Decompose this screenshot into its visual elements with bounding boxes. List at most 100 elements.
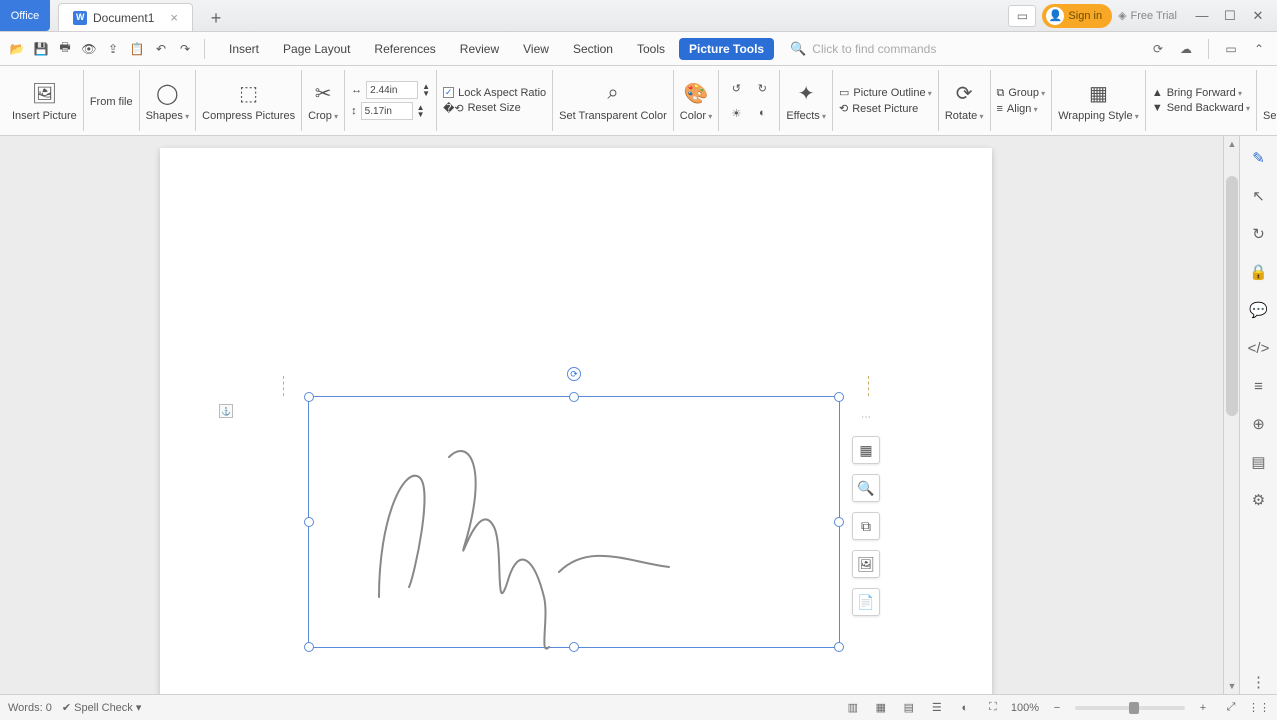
workspace-button[interactable]: ▭: [1008, 5, 1036, 27]
sb-more-icon[interactable]: ⋮: [1247, 670, 1271, 694]
tab-section[interactable]: Section: [563, 38, 623, 60]
export-icon[interactable]: ⇪: [102, 38, 124, 60]
grp-color[interactable]: 🎨 Color: [673, 70, 719, 131]
width-input[interactable]: 2.44in: [366, 81, 418, 99]
align-button[interactable]: ≡ Align: [997, 103, 1046, 115]
vertical-scrollbar[interactable]: ▲ ▼: [1223, 136, 1239, 694]
grp-selection-pane[interactable]: ☰ Selection Pane: [1256, 70, 1277, 131]
zoom-in-button[interactable]: +: [1193, 699, 1213, 717]
sb-outline-icon[interactable]: ≡: [1247, 374, 1271, 398]
view-print-icon[interactable]: ▥: [843, 699, 863, 717]
tab-references[interactable]: References: [364, 38, 445, 60]
grp-wrapping[interactable]: ▦ Wrapping Style: [1051, 70, 1145, 131]
sb-add-icon[interactable]: ⊕: [1247, 412, 1271, 436]
resize-handle-sw[interactable]: [304, 642, 314, 652]
rotate-handle[interactable]: ⟳: [567, 367, 581, 381]
float-replace-icon[interactable]: 🖼: [852, 550, 880, 578]
grp-crop[interactable]: ✂ Crop: [301, 70, 344, 131]
sync-icon[interactable]: ⟳: [1146, 38, 1170, 60]
tab-picture-tools[interactable]: Picture Tools: [679, 38, 774, 60]
height-stepper[interactable]: ▲▼: [417, 104, 425, 118]
contrast-icon[interactable]: ◐: [751, 102, 773, 124]
maximize-button[interactable]: ☐: [1217, 5, 1243, 27]
app-grid-button[interactable]: ⋮⋮: [1249, 699, 1269, 717]
zoom-slider[interactable]: [1075, 706, 1185, 710]
resize-handle-ne[interactable]: [834, 392, 844, 402]
zoom-slider-thumb[interactable]: [1129, 702, 1139, 714]
float-zoom-icon[interactable]: 🔍: [852, 474, 880, 502]
minimize-button[interactable]: —: [1189, 5, 1215, 27]
scroll-down-icon[interactable]: ▼: [1224, 678, 1239, 694]
document-tab[interactable]: Document1 ×: [58, 3, 193, 31]
resize-handle-n[interactable]: [569, 392, 579, 402]
rotate-right-icon[interactable]: ↻: [751, 77, 773, 99]
view-focus-icon[interactable]: ◐: [955, 699, 975, 717]
height-input[interactable]: 5.17in: [361, 102, 413, 120]
rotate-left-icon[interactable]: ↺: [725, 77, 747, 99]
panel-icon[interactable]: ▭: [1219, 38, 1243, 60]
tab-tools[interactable]: Tools: [627, 38, 675, 60]
scroll-up-icon[interactable]: ▲: [1224, 136, 1239, 152]
grp-effects[interactable]: ✦ Effects: [779, 70, 832, 131]
print-icon[interactable]: 🖶: [54, 38, 76, 60]
signin-button[interactable]: 👤 Sign in: [1042, 4, 1112, 28]
save-icon[interactable]: 💾: [30, 38, 52, 60]
sb-edit-icon[interactable]: ✎: [1247, 146, 1271, 170]
cloud-icon[interactable]: ☁: [1174, 38, 1198, 60]
sb-grid-icon[interactable]: ▤: [1247, 450, 1271, 474]
undo-icon[interactable]: ↶: [150, 38, 172, 60]
grp-from-file[interactable]: From file: [83, 70, 139, 131]
sb-comment-icon[interactable]: 💬: [1247, 298, 1271, 322]
app-menu-button[interactable]: Office: [0, 0, 50, 31]
bring-forward-button[interactable]: ▲ Bring Forward: [1152, 87, 1250, 99]
grp-compress[interactable]: ⬚ Compress Pictures: [195, 70, 301, 131]
preview-icon[interactable]: 👁: [78, 38, 100, 60]
sb-select-icon[interactable]: ↖: [1247, 184, 1271, 208]
view-read-icon[interactable]: ▦: [871, 699, 891, 717]
tab-view[interactable]: View: [513, 38, 559, 60]
tab-review[interactable]: Review: [450, 38, 509, 60]
picture-outline-button[interactable]: ▭ Picture Outline: [839, 86, 932, 99]
open-icon[interactable]: 📂: [6, 38, 28, 60]
reset-picture-button[interactable]: ⟲ Reset Picture: [839, 102, 932, 115]
grp-transparent[interactable]: ⌕ Set Transparent Color: [552, 70, 673, 131]
resize-handle-nw[interactable]: [304, 392, 314, 402]
sb-settings-icon[interactable]: ⚙: [1247, 488, 1271, 512]
view-outline-icon[interactable]: ☰: [927, 699, 947, 717]
float-collapse-icon[interactable]: ⋯: [852, 408, 880, 426]
free-trial-button[interactable]: ◈ Free Trial: [1118, 9, 1177, 22]
selected-picture[interactable]: ⟳: [308, 396, 840, 648]
float-export-icon[interactable]: 📄: [852, 588, 880, 616]
send-backward-button[interactable]: ▼ Send Backward: [1152, 102, 1250, 114]
resize-handle-e[interactable]: [834, 517, 844, 527]
tab-insert[interactable]: Insert: [219, 38, 269, 60]
zoom-out-button[interactable]: −: [1047, 699, 1067, 717]
paste-icon[interactable]: 📋: [126, 38, 148, 60]
grp-rotate[interactable]: ⟳ Rotate: [938, 70, 990, 131]
word-count[interactable]: Words: 0: [8, 702, 52, 714]
view-web-icon[interactable]: ▤: [899, 699, 919, 717]
tab-page-layout[interactable]: Page Layout: [273, 38, 360, 60]
group-button[interactable]: ⧉ Group: [997, 87, 1046, 100]
spell-check-toggle[interactable]: ✔ Spell Check ▾: [62, 701, 142, 714]
fit-page-button[interactable]: ⤢: [1221, 699, 1241, 717]
grp-shapes[interactable]: ◯ Shapes: [139, 70, 196, 131]
float-crop-icon[interactable]: ⧉: [852, 512, 880, 540]
float-layout-icon[interactable]: ▦: [852, 436, 880, 464]
grp-insert-picture[interactable]: 🖼 Insert Picture: [6, 70, 83, 131]
picture-anchor-icon[interactable]: ⚓: [219, 404, 233, 418]
brightness-icon[interactable]: ☀: [725, 102, 747, 124]
tab-close-icon[interactable]: ×: [170, 10, 178, 25]
sb-code-icon[interactable]: </>: [1247, 336, 1271, 360]
resize-handle-w[interactable]: [304, 517, 314, 527]
close-window-button[interactable]: ✕: [1245, 5, 1271, 27]
command-search[interactable]: 🔍 Click to find commands: [790, 41, 1130, 57]
collapse-ribbon-icon[interactable]: ⌃: [1247, 38, 1271, 60]
lock-aspect-checkbox[interactable]: ✓ Lock Aspect Ratio: [443, 87, 546, 99]
sb-lock-icon[interactable]: 🔒: [1247, 260, 1271, 284]
reset-size-button[interactable]: �⟲ Reset Size: [443, 102, 546, 115]
resize-handle-se[interactable]: [834, 642, 844, 652]
sb-history-icon[interactable]: ↻: [1247, 222, 1271, 246]
redo-icon[interactable]: ↷: [174, 38, 196, 60]
new-tab-button[interactable]: +: [203, 5, 229, 31]
